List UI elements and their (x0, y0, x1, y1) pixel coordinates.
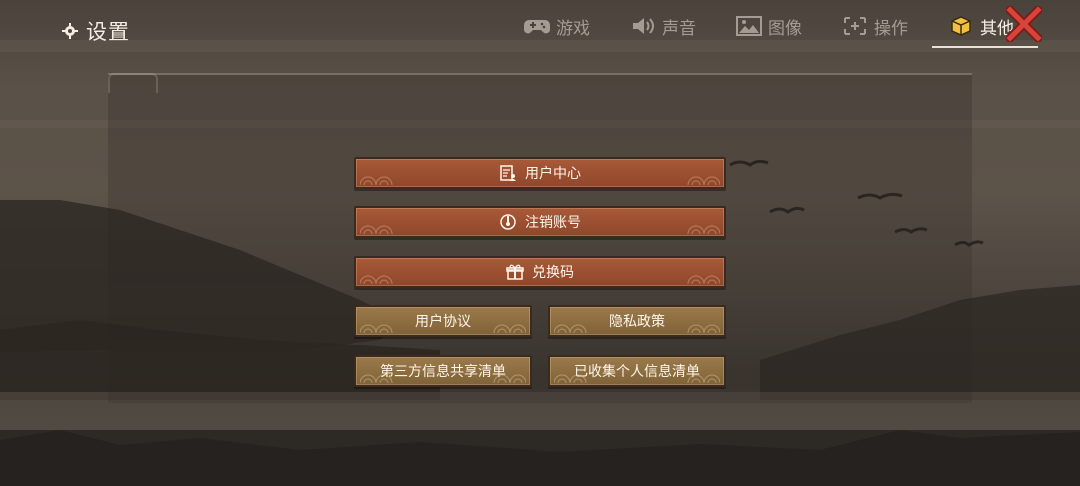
wave-pattern-decoration (554, 374, 587, 383)
wave-pattern-decoration (360, 275, 393, 284)
user-center-button[interactable]: 用户中心 (354, 157, 726, 189)
redeem-code-label: 兑换码 (532, 265, 574, 281)
power-icon (500, 214, 516, 230)
wave-pattern-decoration (360, 324, 393, 333)
speaker-icon (633, 18, 654, 34)
crosshair-icon (844, 17, 866, 35)
redeem-code-button[interactable]: 兑换码 (354, 256, 726, 288)
settings-title: 设置 (62, 16, 130, 46)
tab-image[interactable]: 图像 (726, 8, 812, 44)
page-title: 设置 (86, 20, 130, 44)
tab-controls-label: 操作 (874, 18, 908, 39)
close-button[interactable] (1003, 3, 1045, 45)
tab-sound[interactable]: 声音 (620, 8, 706, 44)
third-party-list-button[interactable]: 第三方信息共享清单 (354, 355, 532, 387)
wave-pattern-decoration (687, 324, 720, 333)
gear-icon (62, 23, 78, 39)
wave-pattern-decoration (554, 324, 587, 333)
settings-panel (108, 73, 972, 403)
wave-pattern-decoration (360, 176, 393, 185)
box-icon (951, 16, 971, 36)
tab-controls[interactable]: 操作 (832, 8, 918, 44)
privacy-policy-button[interactable]: 隐私政策 (548, 305, 726, 337)
settings-tabs: 游戏 声音 图像 操作 其他 (514, 8, 1044, 48)
image-icon (736, 16, 762, 36)
wave-pattern-decoration (687, 374, 720, 383)
gamepad-icon (524, 20, 550, 34)
wave-pattern-decoration (493, 374, 526, 383)
user-agreement-label: 用户协议 (415, 314, 471, 330)
document-user-icon (500, 165, 516, 181)
tab-game-label: 游戏 (556, 18, 590, 39)
close-icon (1003, 3, 1045, 45)
wave-pattern-decoration (687, 225, 720, 234)
wave-pattern-decoration (687, 275, 720, 284)
privacy-policy-label: 隐私政策 (609, 314, 665, 330)
wave-pattern-decoration (360, 225, 393, 234)
user-center-label: 用户中心 (525, 166, 581, 182)
cancel-account-label: 注销账号 (525, 215, 581, 231)
cancel-account-button[interactable]: 注销账号 (354, 206, 726, 238)
tab-sound-label: 声音 (662, 18, 696, 39)
collected-info-list-label: 已收集个人信息清单 (574, 364, 700, 380)
gift-icon (506, 264, 524, 280)
third-party-list-label: 第三方信息共享清单 (380, 364, 506, 380)
user-agreement-button[interactable]: 用户协议 (354, 305, 532, 337)
wave-pattern-decoration (360, 374, 393, 383)
tab-image-label: 图像 (768, 18, 802, 39)
tab-game[interactable]: 游戏 (514, 8, 600, 44)
wave-pattern-decoration (687, 176, 720, 185)
wave-pattern-decoration (493, 324, 526, 333)
collected-info-list-button[interactable]: 已收集个人信息清单 (548, 355, 726, 387)
